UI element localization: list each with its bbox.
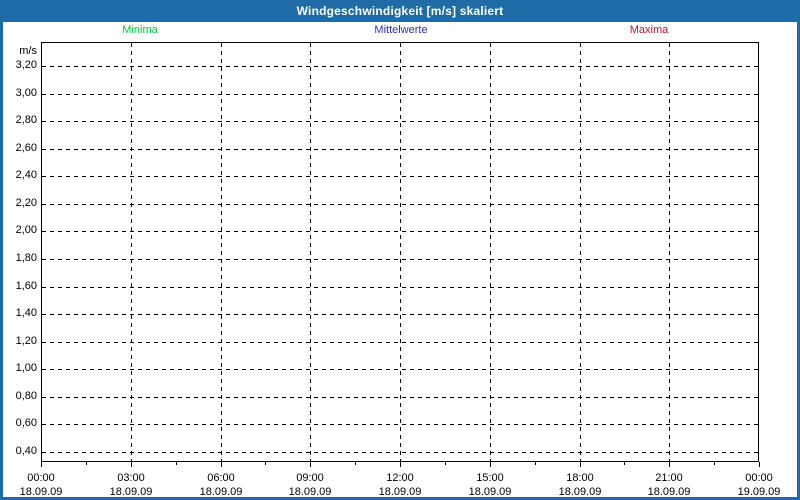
x-date-label: 18.09.09 xyxy=(109,486,153,498)
y-tick-label: 1,00 xyxy=(15,362,37,374)
legend-item-maxima: Maxima xyxy=(629,24,669,36)
x-major-tick xyxy=(310,462,311,467)
x-time-label: 15:00 xyxy=(476,472,504,484)
v-gridline xyxy=(310,43,311,461)
x-time-label: 09:00 xyxy=(296,472,324,484)
y-tick-label: 2,60 xyxy=(15,142,37,154)
window-titlebar[interactable]: Windgeschwindigkeit [m/s] skaliert xyxy=(0,0,800,22)
x-minor-tick xyxy=(265,462,266,465)
x-major-tick xyxy=(490,462,491,467)
y-tick-label: 1,60 xyxy=(15,280,37,292)
y-tick-label: 3,00 xyxy=(15,87,37,99)
x-minor-tick xyxy=(535,462,536,465)
x-time-label: 03:00 xyxy=(117,472,145,484)
x-major-tick xyxy=(221,462,222,467)
x-date-label: 18.09.09 xyxy=(647,486,691,498)
y-tick-label: 2,00 xyxy=(15,224,37,236)
y-tick-label: 2,40 xyxy=(15,169,37,181)
legend-item-minima: Minima xyxy=(122,24,158,36)
window-title: Windgeschwindigkeit [m/s] skaliert xyxy=(296,4,504,18)
y-tick-label: 1,80 xyxy=(15,252,37,264)
x-date-label: 18.09.09 xyxy=(288,486,332,498)
x-major-tick xyxy=(400,462,401,467)
x-date-label: 18.09.09 xyxy=(19,486,63,498)
x-date-label: 19.09.09 xyxy=(737,486,781,498)
x-minor-tick xyxy=(714,462,715,465)
v-gridline xyxy=(400,43,401,461)
y-tick-label: 2,80 xyxy=(15,114,37,126)
y-tick-label: 2,20 xyxy=(15,197,37,209)
x-major-tick xyxy=(580,462,581,467)
v-gridline xyxy=(490,43,491,461)
legend-item-mittelwerte: Mittelwerte xyxy=(374,24,428,36)
x-major-tick xyxy=(41,462,42,467)
v-gridline xyxy=(580,43,581,461)
y-tick-label: 1,20 xyxy=(15,335,37,347)
x-time-label: 06:00 xyxy=(207,472,235,484)
x-date-label: 18.09.09 xyxy=(378,486,422,498)
y-axis-unit-label: m/s xyxy=(19,45,37,57)
x-minor-tick xyxy=(86,462,87,465)
x-time-label: 21:00 xyxy=(655,472,683,484)
y-tick-label: 0,60 xyxy=(15,417,37,429)
x-date-label: 18.09.09 xyxy=(468,486,512,498)
x-time-label: 00:00 xyxy=(745,472,773,484)
x-minor-tick xyxy=(624,462,625,465)
x-date-label: 18.09.09 xyxy=(558,486,602,498)
y-tick-label: 0,80 xyxy=(15,390,37,402)
y-tick-label: 0,40 xyxy=(15,445,37,457)
x-minor-tick xyxy=(355,462,356,465)
chart-window: Windgeschwindigkeit [m/s] skaliert Minim… xyxy=(0,0,800,500)
x-time-label: 12:00 xyxy=(386,472,414,484)
x-minor-tick xyxy=(445,462,446,465)
x-time-label: 18:00 xyxy=(566,472,594,484)
v-gridline xyxy=(669,43,670,461)
v-gridline xyxy=(221,43,222,461)
x-major-tick xyxy=(131,462,132,467)
x-major-tick xyxy=(759,462,760,467)
v-gridline xyxy=(131,43,132,461)
x-major-tick xyxy=(669,462,670,467)
y-tick-label: 3,20 xyxy=(15,59,37,71)
x-time-label: 00:00 xyxy=(27,472,55,484)
y-tick-label: 1,40 xyxy=(15,307,37,319)
x-minor-tick xyxy=(176,462,177,465)
x-date-label: 18.09.09 xyxy=(199,486,243,498)
